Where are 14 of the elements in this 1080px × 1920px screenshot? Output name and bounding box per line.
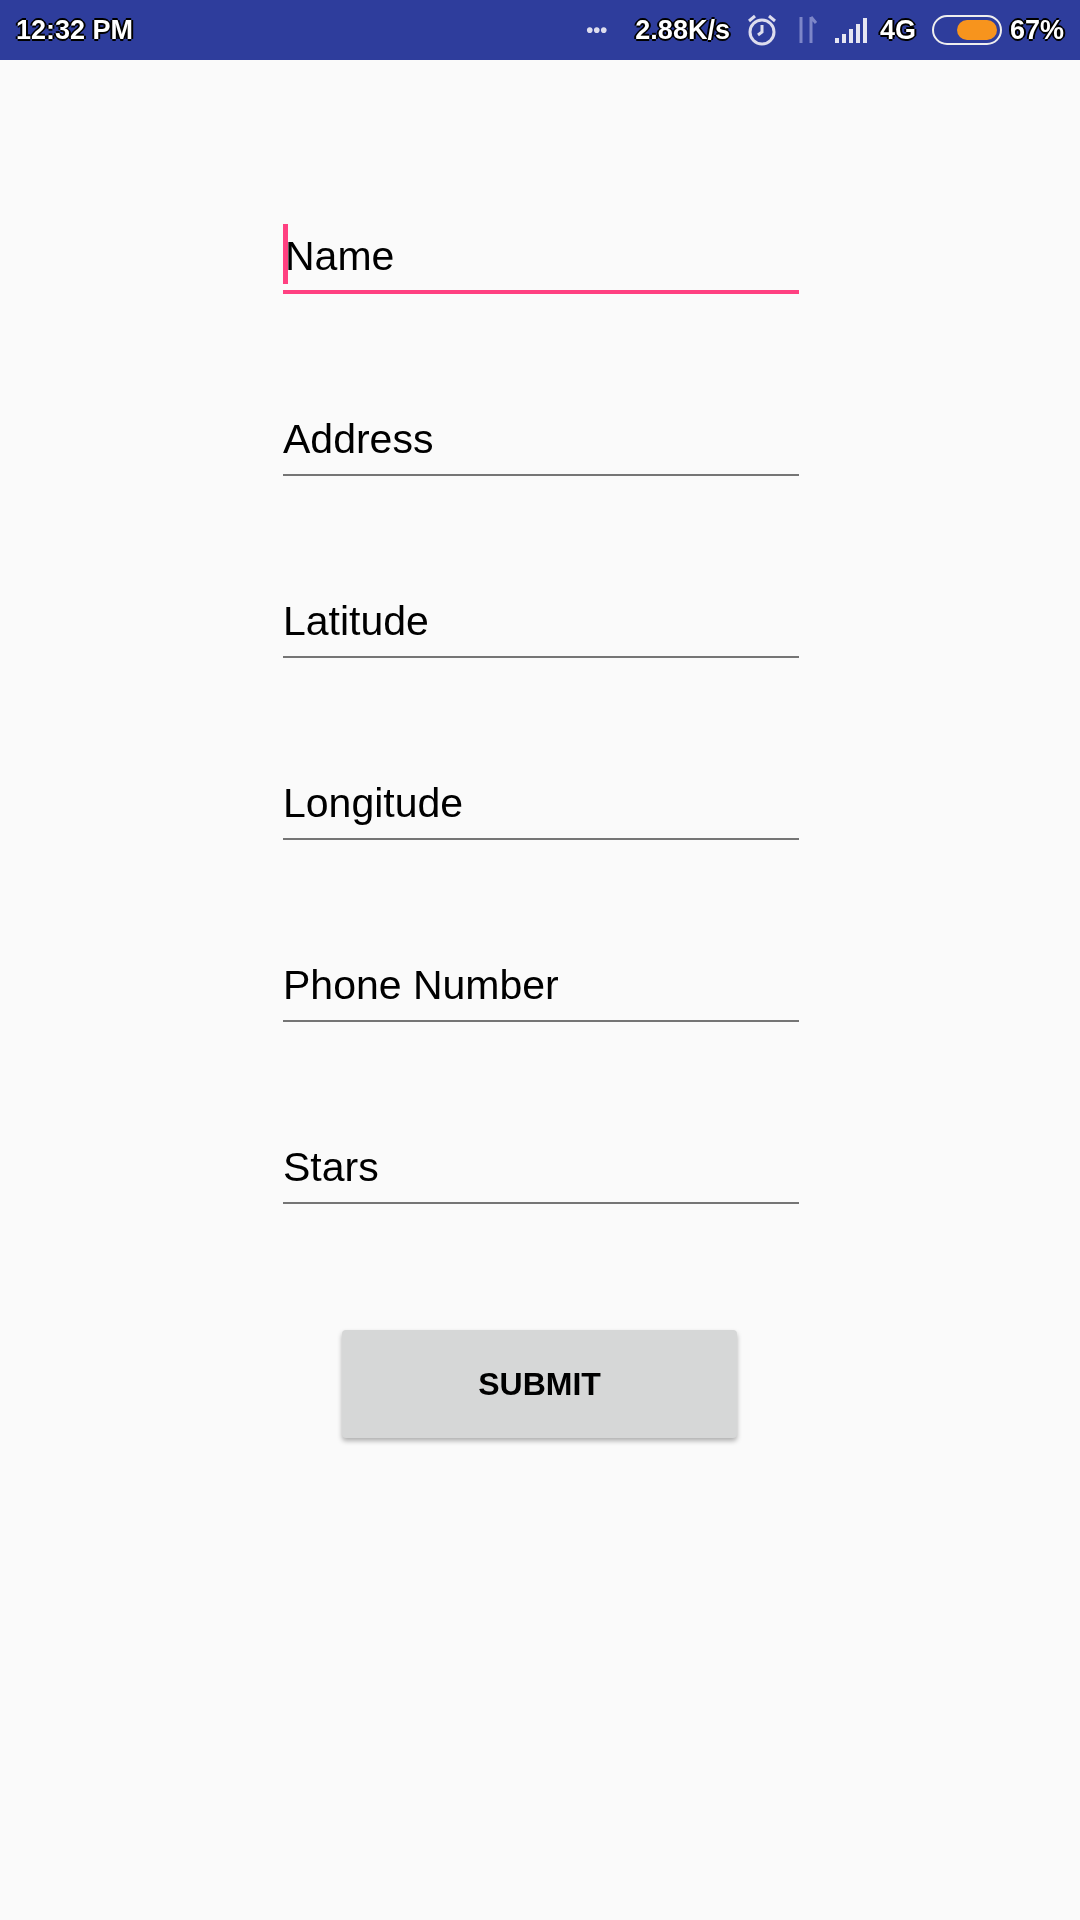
network-type: 4G [879,13,916,47]
battery-percent: 67% [1009,13,1064,47]
text-field[interactable]: Longitude [283,768,799,840]
battery-icon [931,15,1002,45]
text-field[interactable]: Phone Number [283,950,799,1022]
submit-button[interactable]: SUBMIT [342,1330,737,1438]
alarm-clock-icon [745,13,778,47]
text-cursor [283,224,288,284]
text-field[interactable]: Stars [283,1132,799,1204]
overflow-dots: ••• [586,18,608,43]
text-field[interactable]: Address [283,404,799,476]
text-field[interactable]: Latitude [283,586,799,658]
network-speed: 2.88K/s [635,13,730,47]
clock-time: 12:32 PM [16,13,134,47]
